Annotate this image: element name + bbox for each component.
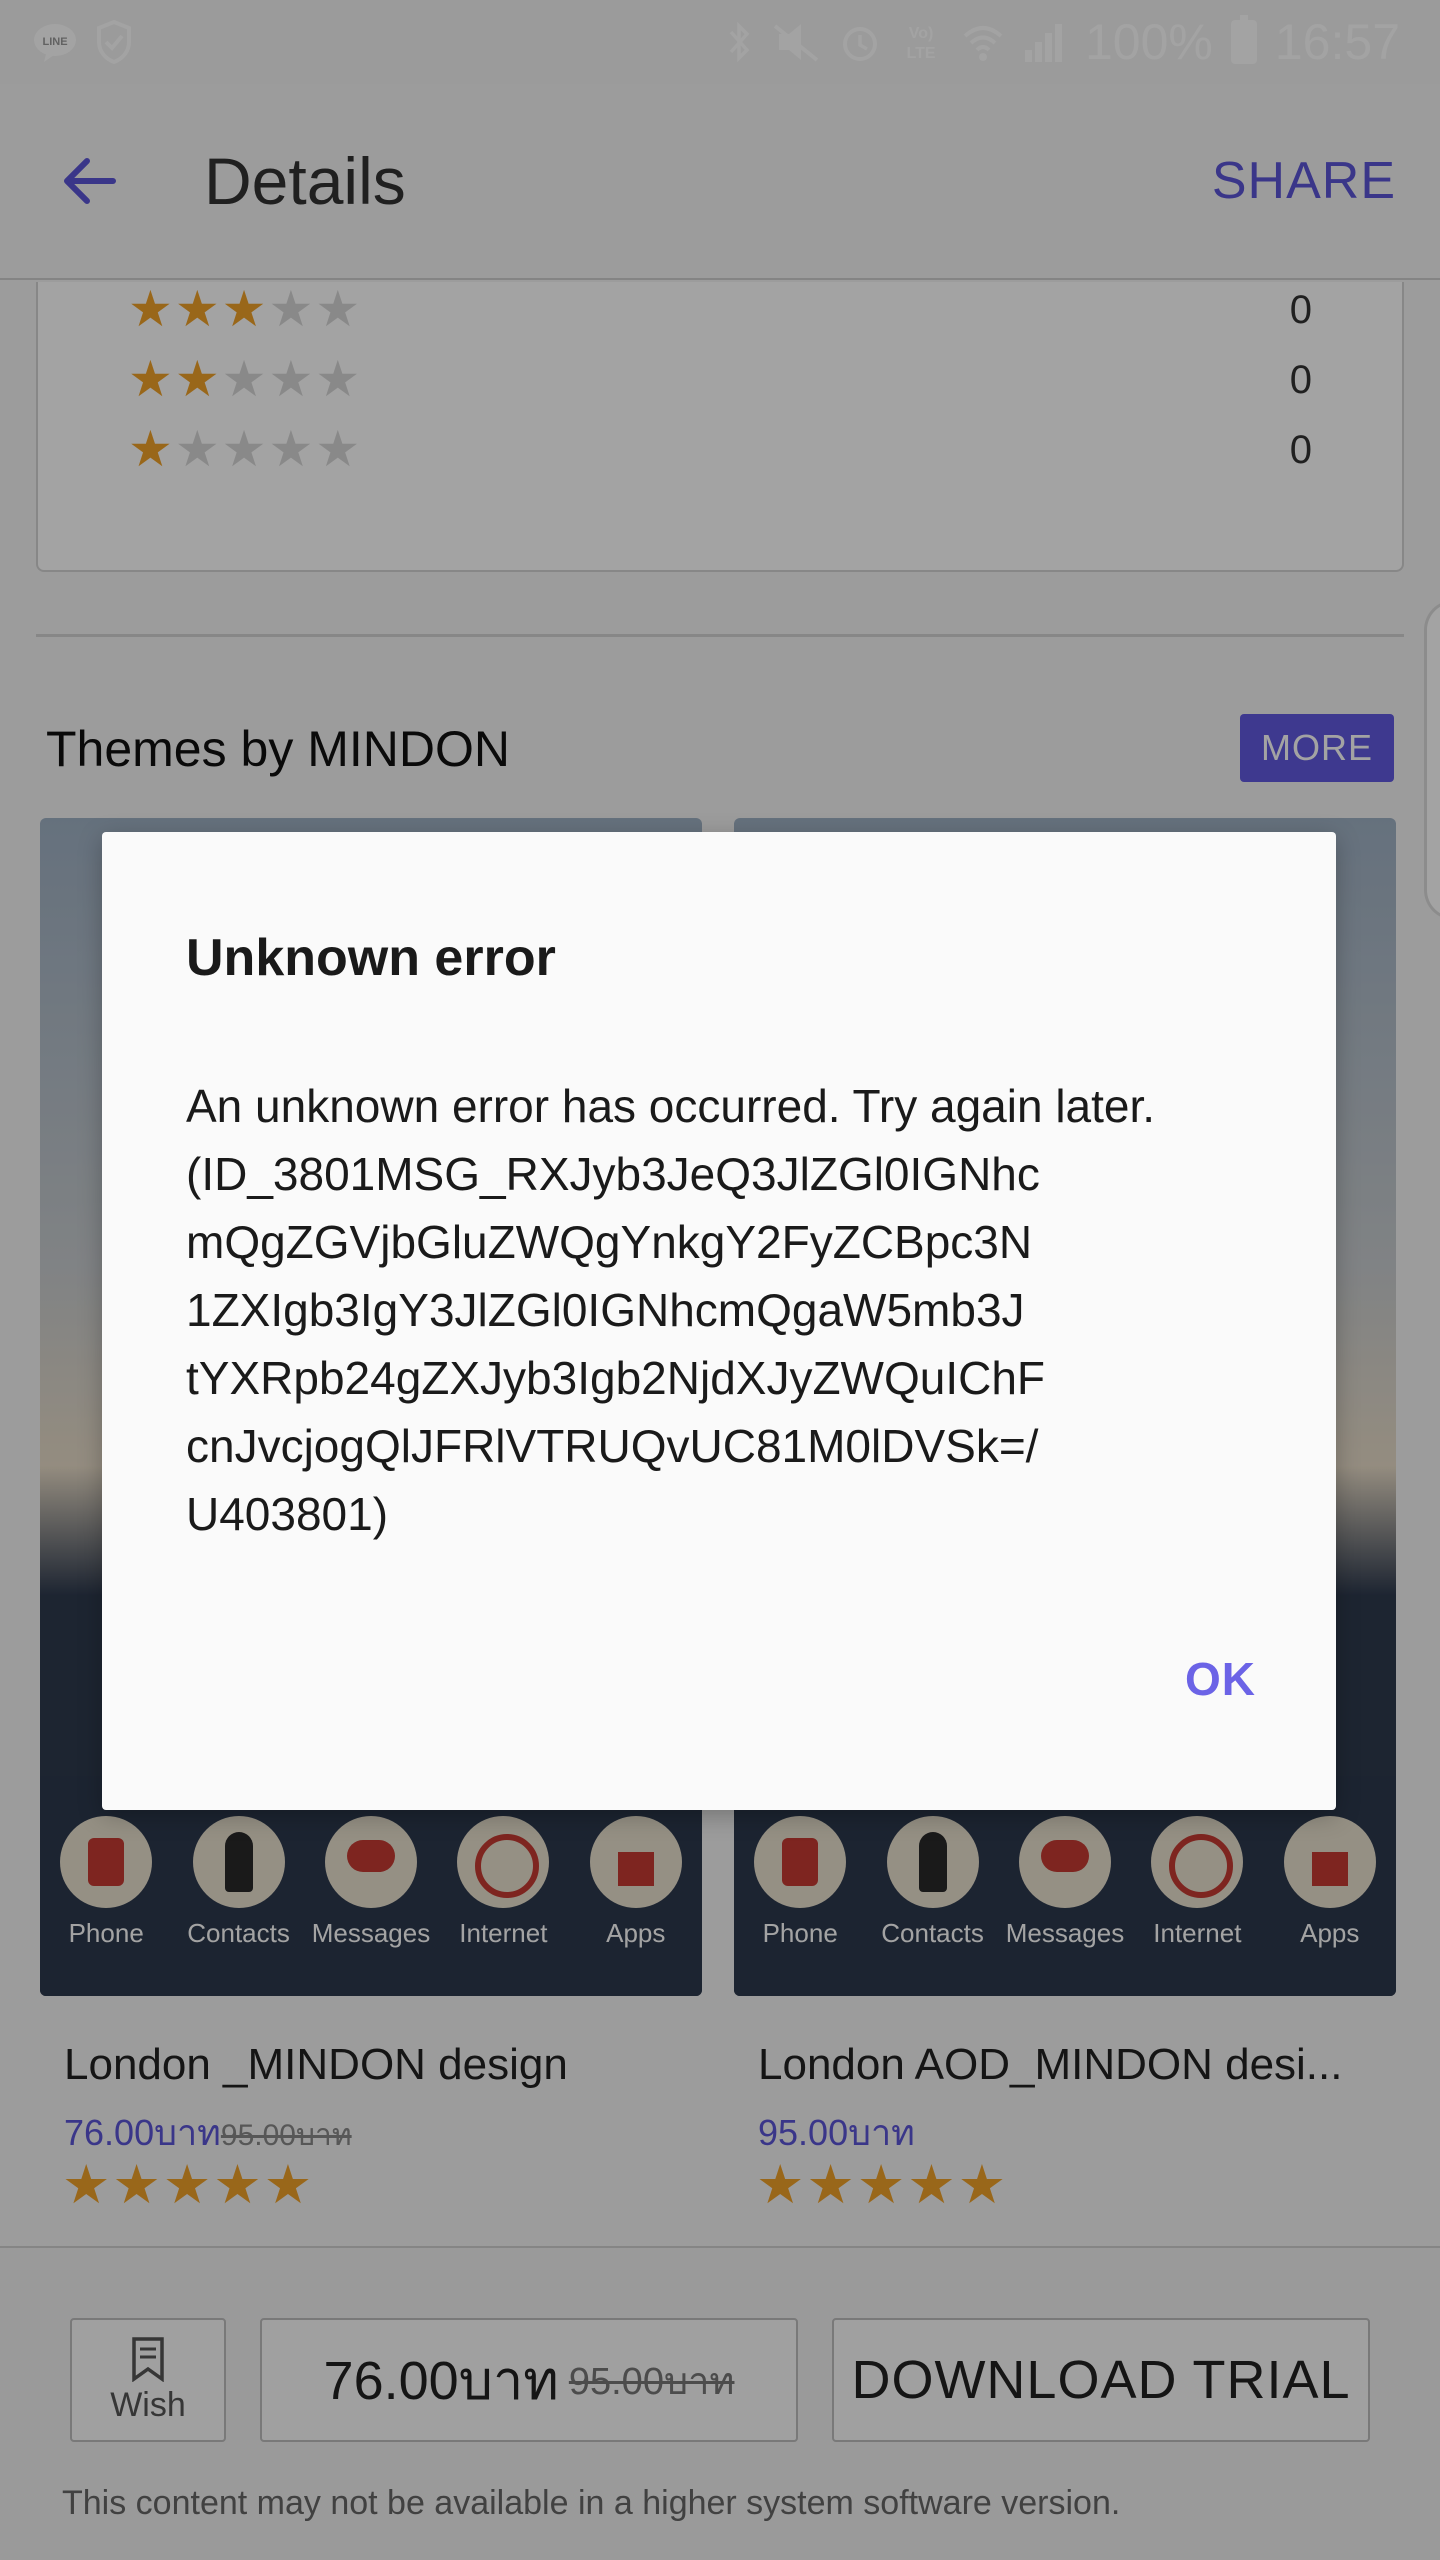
dialog-message-line: cnJvcjogQlJFRlVTRUQvUC81M0lDVSk=/ (186, 1420, 1039, 1472)
dialog-title: Unknown error (186, 929, 556, 987)
dialog-message-line: 1ZXIgb3IgY3JlZGl0IGNhcmQgaW5mb3J (186, 1284, 1025, 1336)
error-dialog: Unknown error An unknown error has occur… (102, 832, 1336, 1810)
dialog-message-line: tYXRpb24gZXJyb3Igb2NjdXJyZWQuIChF (186, 1352, 1046, 1404)
dialog-message-line: (ID_3801MSG_RXJyb3JeQ3JlZGl0IGNhc (186, 1148, 1040, 1200)
dialog-message-line: mQgZGVjbGluZWQgYnkgY2FyZCBpc3N (186, 1216, 1033, 1268)
dialog-message: An unknown error has occurred. Try again… (186, 1072, 1266, 1548)
ok-button[interactable]: OK (1185, 1652, 1256, 1706)
dialog-message-line: U403801) (186, 1488, 389, 1540)
dialog-message-line: An unknown error has occurred. Try again… (186, 1080, 1156, 1132)
